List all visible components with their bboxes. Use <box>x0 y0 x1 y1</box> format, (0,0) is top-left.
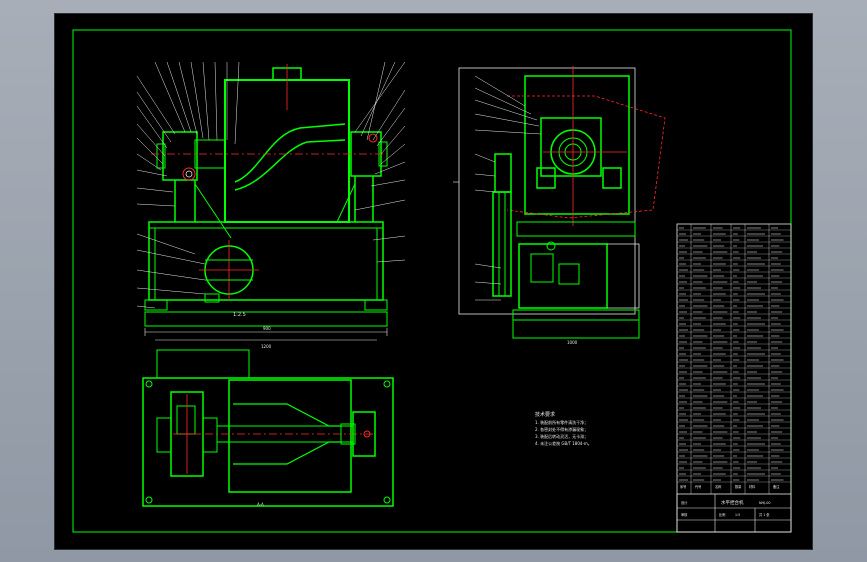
tech-req-title: 技术要求 <box>535 411 555 418</box>
tech-req-line: 2. 各密封处不得有渗漏现象； <box>535 426 588 432</box>
dim-end-view-width: 1000 <box>567 340 578 345</box>
side-section-view: 1:2.5 900 1200 <box>136 61 406 349</box>
scale-value: 1:5 <box>735 513 740 517</box>
side-view-label: 1:2.5 <box>233 312 246 318</box>
tech-req-line: 3. 装配后转动灵活，无卡滞； <box>535 433 588 439</box>
dim-side-inner-width: 900 <box>263 326 271 331</box>
end-view: 1000 <box>453 66 666 345</box>
tech-req-line: 4. 未注公差按 GB/T 1804-m。 <box>535 440 592 446</box>
parts-header-cell: 备注 <box>773 484 780 489</box>
parts-header-cell: 数量 <box>735 484 742 489</box>
technical-requirements: 技术要求 1. 装配前所有零件清洗干净； 2. 各密封处不得有渗漏现象； 3. … <box>535 411 592 446</box>
parts-header-cell: 材料 <box>749 484 756 489</box>
designer-label: 设计 <box>681 500 688 505</box>
drawing-frame <box>72 29 792 533</box>
parts-list-table: 序号 代号 名称 数量 材料 备注 <box>676 223 792 533</box>
parts-header-cell: 名称 <box>715 484 722 489</box>
tech-req-line: 1. 装配前所有零件清洗干净； <box>535 419 588 425</box>
drawing-sheet: 1:2.5 900 1200 1000 A-A 技术要求 1. 装配前所有零件清… <box>55 14 812 549</box>
drawing-number: NHJ-00 <box>759 501 771 505</box>
parts-list-header: 序号 代号 名称 数量 材料 备注 <box>680 484 780 489</box>
checker-label: 审核 <box>681 512 688 517</box>
drawing-canvas: 1:2.5 900 1200 1000 A-A 技术要求 1. 装配前所有零件清… <box>72 29 792 533</box>
cad-viewport[interactable]: 1:2.5 900 1200 1000 A-A 技术要求 1. 装配前所有零件清… <box>0 0 867 562</box>
top-view: A-A <box>142 349 394 507</box>
drawing-title: 水平捏合机 <box>721 499 744 506</box>
parts-header-cell: 序号 <box>680 484 686 489</box>
parts-header-cell: 代号 <box>695 484 701 489</box>
sheet-count: 共 1 张 <box>759 512 770 517</box>
title-block: 水平捏合机 NHJ-00 比例 1:5 共 1 张 设计 审核 <box>676 493 792 533</box>
dim-side-overall-width: 1200 <box>261 344 272 349</box>
top-view-label: A-A <box>257 502 264 507</box>
scale-label: 比例 <box>719 512 725 517</box>
